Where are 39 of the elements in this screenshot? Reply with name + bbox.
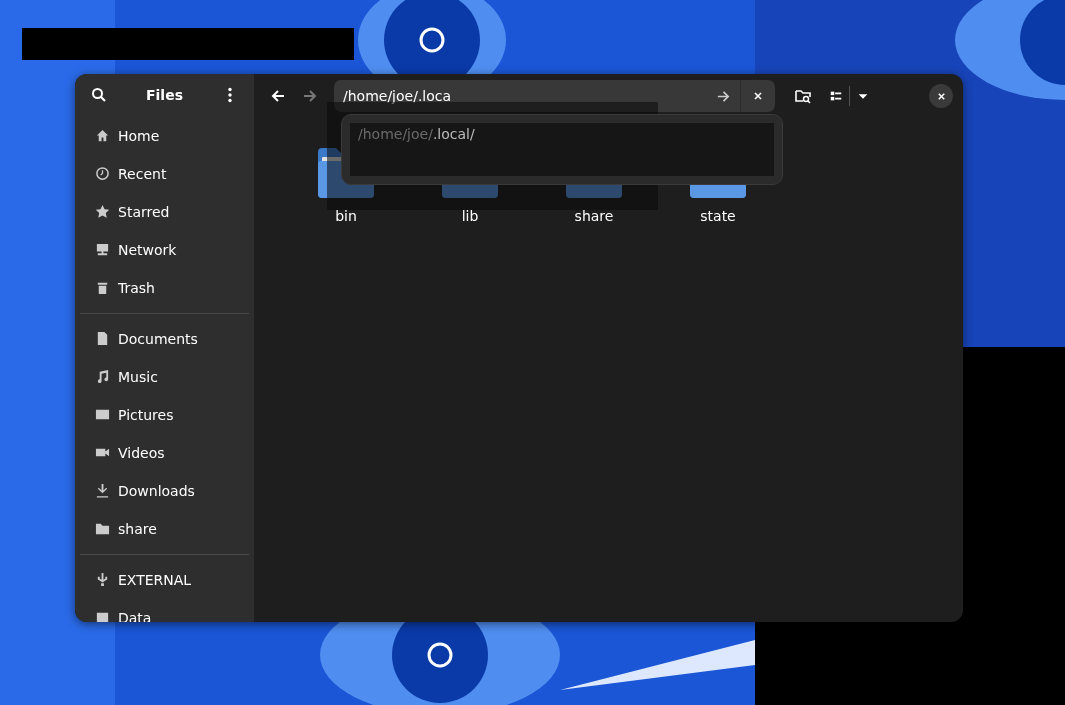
folder-name[interactable]: state <box>700 208 736 224</box>
close-icon <box>935 90 947 102</box>
location-field[interactable]: /home/joe/.loca <box>334 87 716 105</box>
sidebar-item[interactable]: EXTERNAL <box>80 560 249 599</box>
sidebar-item[interactable]: Network <box>80 230 249 269</box>
sidebar-item[interactable]: Starred <box>80 192 249 231</box>
search-icon[interactable] <box>91 87 107 104</box>
clear-icon[interactable] <box>752 90 764 102</box>
home-icon <box>95 128 110 144</box>
download-icon <box>95 483 110 499</box>
clock-icon <box>95 166 110 182</box>
folder-search-icon[interactable] <box>795 88 811 104</box>
sidebar-item[interactable]: Documents <box>80 319 249 358</box>
location-bar[interactable]: /home/joe/.loca <box>334 80 775 112</box>
completion-item[interactable]: /home/joe/.local/ <box>350 123 774 176</box>
document-icon <box>95 331 110 347</box>
folder-name[interactable]: bin <box>335 208 357 224</box>
close-button[interactable] <box>929 84 953 108</box>
list-view-icon <box>829 89 843 103</box>
view-button[interactable] <box>829 86 870 106</box>
usb-icon <box>95 572 110 588</box>
sidebar-item[interactable]: share <box>80 509 249 548</box>
sidebar-item[interactable]: Music <box>80 357 249 396</box>
sidebar-item[interactable]: Pictures <box>80 395 249 434</box>
sidebar-item[interactable]: Home <box>80 116 249 155</box>
sidebar-item[interactable]: Trash <box>80 268 249 307</box>
music-icon <box>95 369 110 385</box>
computer-icon <box>95 242 110 258</box>
sidebar-item[interactable]: Downloads <box>80 471 249 510</box>
trash-icon <box>95 280 110 296</box>
back-icon[interactable] <box>270 88 286 104</box>
folder-icon <box>95 521 110 537</box>
star-icon <box>95 204 110 220</box>
sidebar-item[interactable]: Recent <box>80 154 249 193</box>
folder-name[interactable]: share <box>574 208 614 224</box>
folder-name[interactable]: lib <box>461 208 479 224</box>
drive-icon <box>95 610 110 622</box>
sidebar-item[interactable]: Videos <box>80 433 249 472</box>
sidebar-title: Files <box>146 87 183 104</box>
